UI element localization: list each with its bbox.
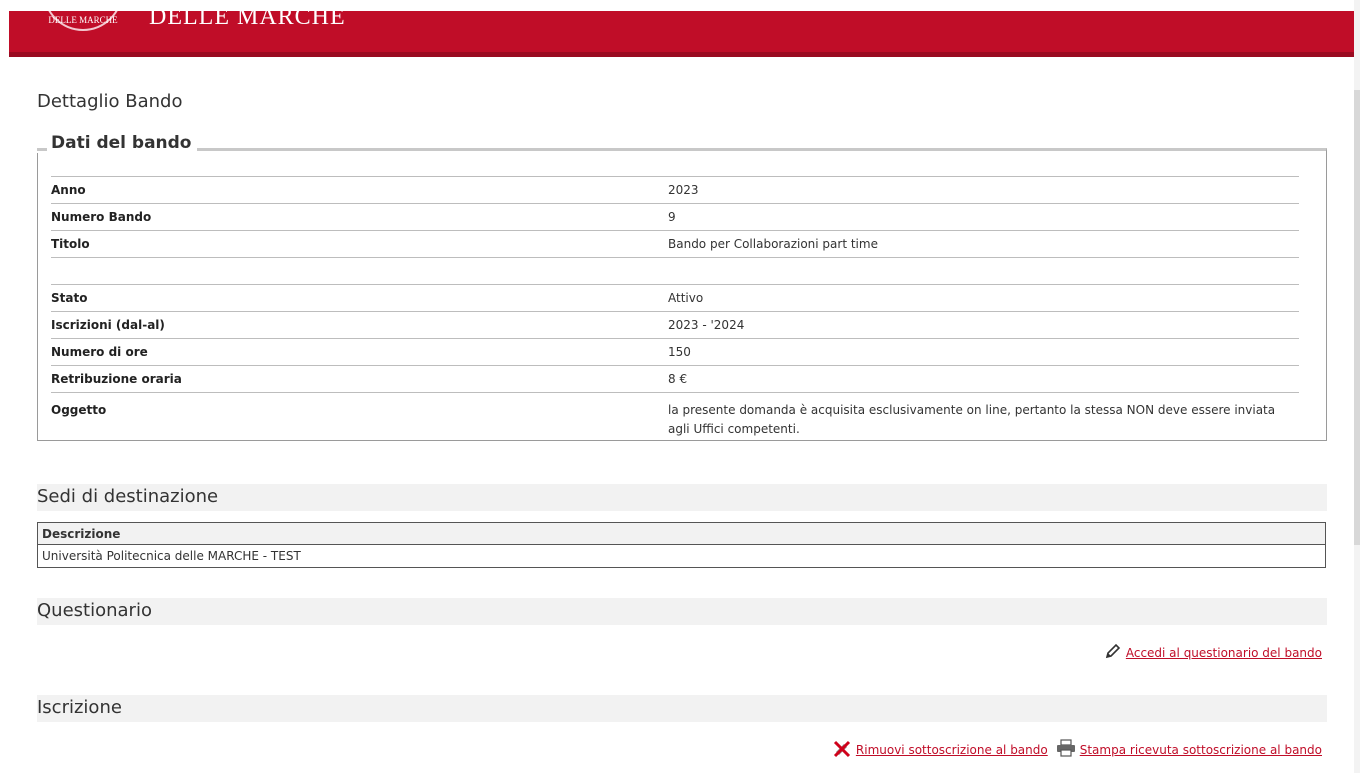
detail-row: Numero Bando 9 [51, 203, 1299, 231]
page-scrollbar[interactable] [1354, 0, 1360, 773]
accedi-questionario-link[interactable]: Accedi al questionario del bando [1126, 646, 1322, 660]
iscrizione-actions: Rimuovi sottoscrizione al bando Stampa r… [826, 738, 1322, 761]
detail-value: 150 [668, 338, 1299, 366]
detail-label: Numero di ore [51, 338, 668, 366]
detail-label: Iscrizioni (dal-al) [51, 311, 668, 339]
remove-subscription-icon [832, 738, 852, 761]
detail-value: la presente domanda è acquisita esclusiv… [668, 392, 1299, 440]
detail-row: Anno 2023 [51, 176, 1299, 204]
column-header-descrizione: Descrizione [37, 522, 1326, 545]
detail-row: Numero di ore 150 [51, 338, 1299, 366]
detail-label: Numero Bando [51, 203, 668, 231]
university-seal-logo[interactable]: DELLE MARCHE [43, 11, 123, 31]
table-header-row: Descrizione [37, 522, 1326, 545]
pencil-icon [1104, 642, 1122, 663]
detail-row: Titolo Bando per Collaborazioni part tim… [51, 230, 1299, 258]
detail-label: Retribuzione oraria [51, 365, 668, 393]
detail-value: Bando per Collaborazioni part time [668, 230, 1299, 258]
section-sedi-title: Sedi di destinazione [37, 484, 1327, 511]
section-iscrizione-title: Iscrizione [37, 695, 1327, 722]
questionario-actions: Accedi al questionario del bando [1098, 642, 1322, 663]
detail-row: Retribuzione oraria 8 € [51, 365, 1299, 393]
detail-value: Attivo [668, 284, 1299, 312]
detail-value: 9 [668, 203, 1299, 231]
bando-details-table: Anno 2023 Numero Bando 9 Titolo Bando pe… [51, 176, 1299, 440]
stampa-ricevuta-link[interactable]: Stampa ricevuta sottoscrizione al bando [1080, 743, 1322, 757]
site-header: DELLE MARCHE DELLE MARCHE [9, 11, 1354, 57]
section-questionario-title: Questionario [37, 598, 1327, 625]
detail-label: Titolo [51, 230, 668, 258]
sedi-table: Descrizione Università Politecnica delle… [37, 522, 1326, 568]
bando-legend: Dati del bando [37, 133, 197, 153]
rimuovi-sottoscrizione-link[interactable]: Rimuovi sottoscrizione al bando [856, 743, 1048, 757]
printer-icon [1056, 739, 1076, 760]
detail-value: 8 € [668, 365, 1299, 393]
detail-row: Oggetto la presente domanda è acquisita … [51, 392, 1299, 440]
scrollbar-thumb[interactable] [1354, 90, 1360, 545]
top-strip [0, 0, 1360, 11]
institution-name[interactable]: DELLE MARCHE [149, 11, 346, 31]
detail-label: Stato [51, 284, 668, 312]
detail-value: 2023 - '2024 [668, 311, 1299, 339]
detail-label [51, 257, 668, 285]
detail-label: Oggetto [51, 392, 668, 440]
table-cell: Università Politecnica delle MARCHE - TE… [42, 549, 301, 563]
detail-label: Anno [51, 176, 668, 204]
detail-value: 2023 [668, 176, 1299, 204]
page-title: Dettaglio Bando [37, 91, 183, 112]
table-row: Università Politecnica delle MARCHE - TE… [38, 545, 1326, 568]
detail-row: Stato Attivo [51, 284, 1299, 312]
detail-row-empty [51, 257, 1299, 285]
detail-row: Iscrizioni (dal-al) 2023 - '2024 [51, 311, 1299, 339]
detail-value [668, 257, 1299, 285]
